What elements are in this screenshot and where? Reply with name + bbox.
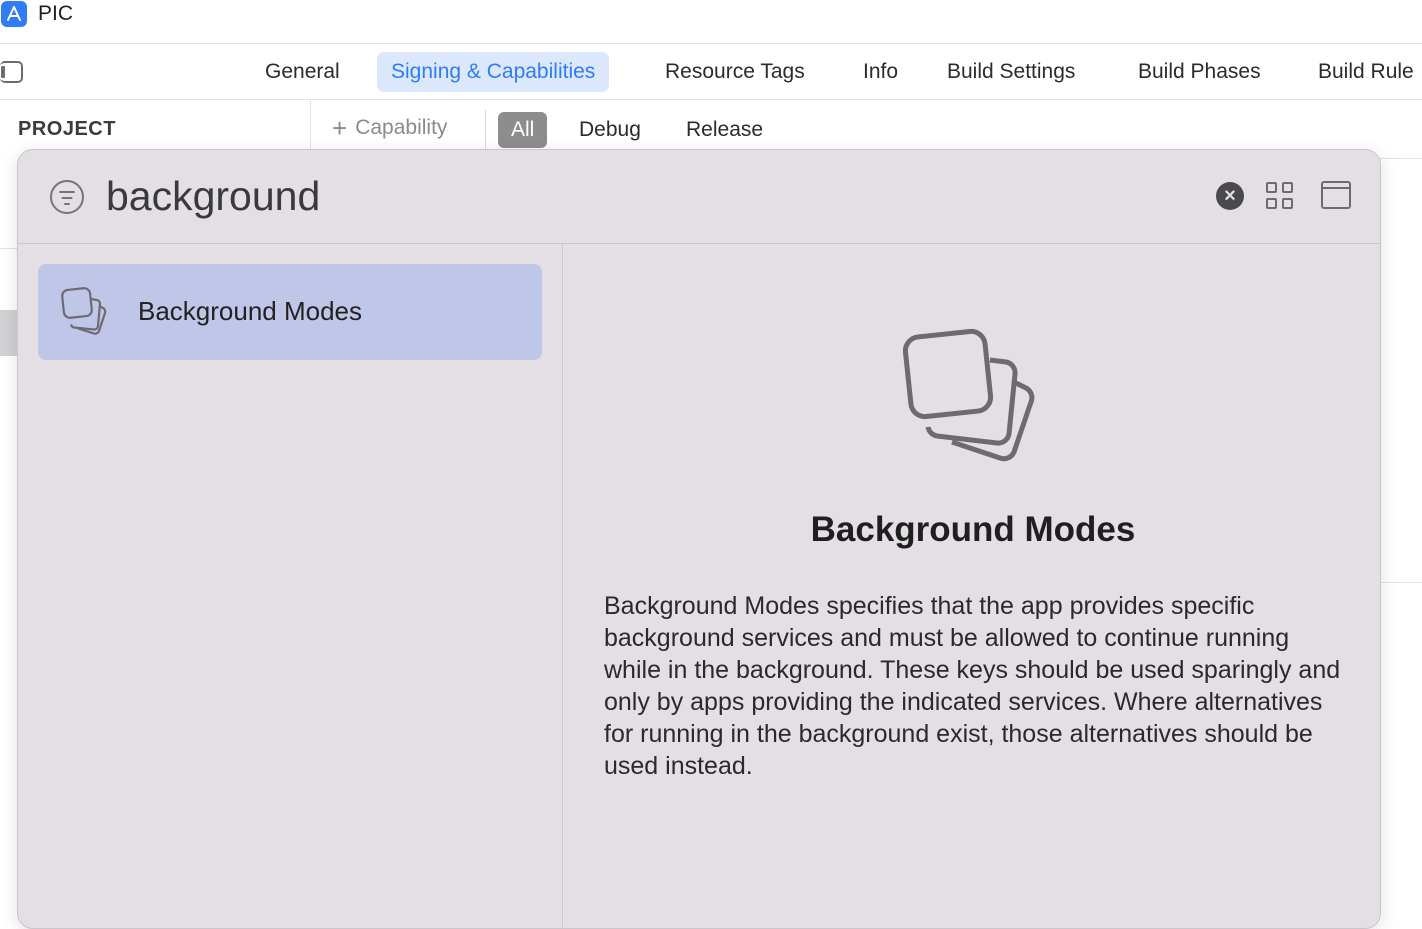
detail-view-icon[interactable] [1321,181,1351,209]
window-title: PIC [38,2,74,25]
filter-debug[interactable]: Debug [566,112,654,148]
library-search-bar: × [18,150,1380,244]
filter-icon[interactable] [50,180,84,214]
background-selected-row [0,310,18,356]
tab-general[interactable]: General [251,52,354,92]
capability-title: Background Modes [810,510,1136,549]
tab-signing-capabilities[interactable]: Signing & Capabilities [377,52,610,92]
list-item-label: Background Modes [138,296,363,326]
capability-detail-pane: Background Modes Background Modes specif… [564,244,1380,928]
tab-build-settings[interactable]: Build Settings [933,52,1089,92]
filter-release[interactable]: Release [673,112,776,148]
stacked-squares-icon [61,287,107,335]
title-bar: PIC [0,0,1422,44]
list-item-background-modes[interactable]: Background Modes [38,264,542,360]
capability-library-panel: × Background Modes Background Modes Back… [17,149,1381,929]
tab-resource-tags[interactable]: Resource Tags [651,52,819,92]
sidebar-toggle-icon[interactable] [0,61,23,83]
background-divider [0,248,18,249]
grid-view-icon[interactable] [1266,182,1294,210]
editor-tab-bar: General Signing & Capabilities Resource … [0,44,1422,100]
project-section-label: PROJECT [18,118,116,140]
toolbar-divider [485,110,486,150]
tab-info[interactable]: Info [849,52,912,92]
filter-all[interactable]: All [498,112,548,148]
app-store-icon [1,1,27,27]
plus-icon: + [332,113,348,143]
add-capability-label: Capability [355,116,448,139]
tab-build-rules[interactable]: Build Rule [1304,52,1422,92]
tab-build-phases[interactable]: Build Phases [1124,52,1275,92]
capability-description: Background Modes specifies that the app … [604,592,1341,780]
add-capability-button[interactable]: + Capability [332,113,448,143]
background-divider [1380,582,1422,583]
stacked-squares-icon [902,328,1035,462]
clear-search-icon[interactable]: × [1216,182,1244,210]
background-divider [1380,158,1422,159]
library-search-input[interactable] [106,168,1106,224]
library-results-list: Background Modes [18,244,563,928]
